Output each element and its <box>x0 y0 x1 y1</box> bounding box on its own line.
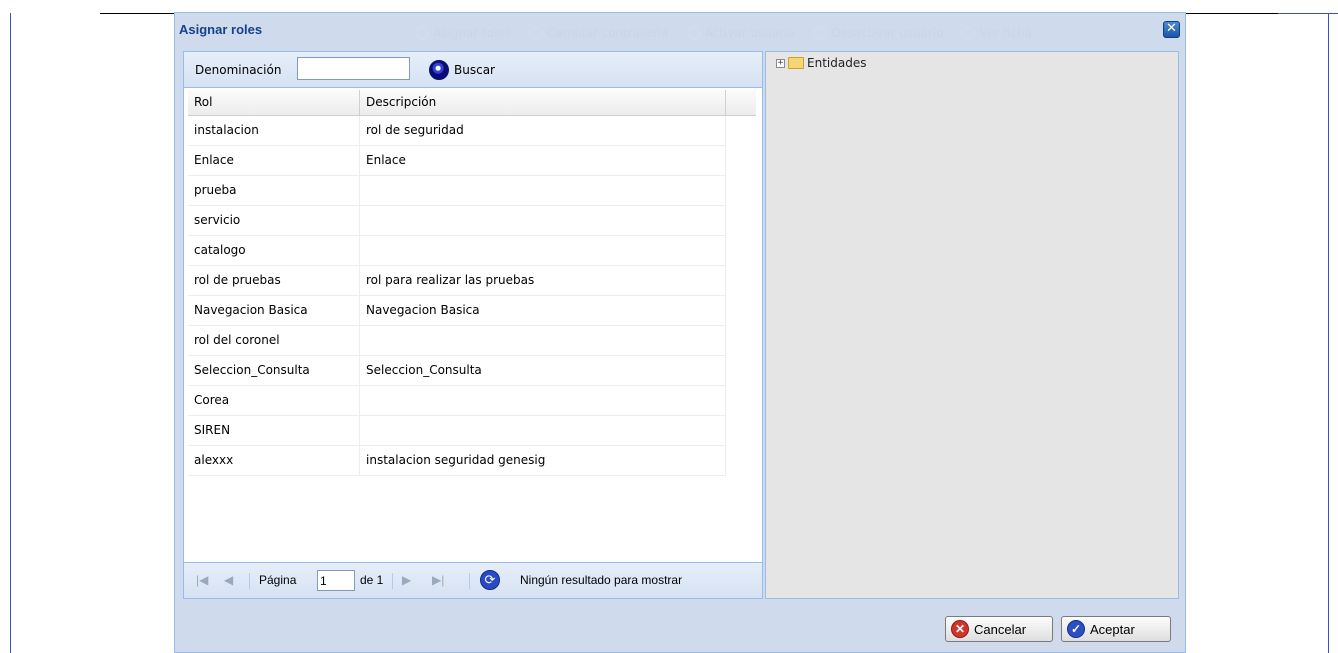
background-toolbar: Asignar roles Cambiar contraseña Activar… <box>415 23 1032 43</box>
page-label: Página <box>259 573 297 587</box>
table-row[interactable]: alexxx instalacion seguridad genesig <box>188 446 726 476</box>
cell-descripcion <box>360 206 726 235</box>
page-top-rule-blue <box>1278 13 1338 14</box>
table-row[interactable]: rol de pruebas rol para realizar las prue… <box>188 266 726 296</box>
table-row[interactable]: SIREN <box>188 416 726 446</box>
search-button[interactable]: Buscar <box>429 58 495 82</box>
cell-descripcion: rol de seguridad <box>360 116 726 145</box>
table-row[interactable]: instalacion rol de seguridad <box>188 116 726 146</box>
accept-button-label: Aceptar <box>1090 621 1135 637</box>
table-row[interactable]: rol del coronel <box>188 326 726 356</box>
page-number-input[interactable] <box>317 570 355 591</box>
cell-descripcion <box>360 326 726 355</box>
cancel-button[interactable]: ✕ Cancelar <box>945 616 1053 642</box>
bg-toolbar-item: Ver ficha <box>961 23 1032 43</box>
grid-toolbar: Denominación Buscar <box>184 52 762 88</box>
page-right-border <box>1328 13 1329 653</box>
cycle-icon <box>415 26 429 40</box>
table-row[interactable]: prueba <box>188 176 726 206</box>
pagination-toolbar: |◀ ◀ Página de 1 ▶ ▶| ⟳ Ningún resultado… <box>184 562 762 598</box>
cell-rol: Corea <box>188 386 360 415</box>
cell-rol: instalacion <box>188 116 360 145</box>
tree-node-entidades[interactable]: + Entidades <box>776 56 866 70</box>
cell-rol: rol del coronel <box>188 326 360 355</box>
next-page-icon[interactable]: ▶ <box>402 563 411 598</box>
cell-rol: servicio <box>188 206 360 235</box>
column-header-descripcion[interactable]: Descripción <box>360 90 726 115</box>
cell-rol: alexxx <box>188 446 360 475</box>
cell-rol: rol de pruebas <box>188 266 360 295</box>
cell-rol: Enlace <box>188 146 360 175</box>
cycle-icon <box>812 26 827 40</box>
accept-button[interactable]: ✓ Aceptar <box>1061 616 1171 642</box>
cell-rol: Seleccion_Consulta <box>188 356 360 385</box>
entities-tree-panel: + Entidades <box>765 51 1179 599</box>
table-row[interactable]: servicio <box>188 206 726 236</box>
cell-descripcion: instalacion seguridad genesig <box>360 446 726 475</box>
bg-toolbar-item: Cambiar contraseña <box>529 23 669 43</box>
pager-separator <box>392 573 393 589</box>
denominacion-label: Denominación <box>195 63 282 77</box>
cycle-icon <box>961 26 976 40</box>
search-icon <box>429 60 449 80</box>
window-title: Asignar roles <box>179 22 267 37</box>
table-row[interactable]: Corea <box>188 386 726 416</box>
cell-descripcion <box>360 176 726 205</box>
last-page-icon[interactable]: ▶| <box>432 563 444 598</box>
cycle-icon <box>529 26 544 40</box>
bg-toolbar-item: Asignar roles <box>415 23 511 43</box>
pager-separator <box>249 573 250 589</box>
cancel-button-label: Cancelar <box>974 621 1027 637</box>
cell-rol: SIREN <box>188 416 360 445</box>
cycle-icon <box>686 26 701 40</box>
cell-descripcion: rol para realizar las pruebas <box>360 266 726 295</box>
cell-rol: Navegacion Basica <box>188 296 360 325</box>
search-button-label: Buscar <box>454 63 495 77</box>
first-page-icon[interactable]: |◀ <box>196 563 208 598</box>
bg-toolbar-item: Desactivar usuario <box>812 23 943 43</box>
cell-descripcion <box>360 416 726 445</box>
cell-rol: prueba <box>188 176 360 205</box>
denominacion-input[interactable] <box>297 57 410 80</box>
grid-body: instalacion rol de seguridad Enlace Enlace… <box>188 116 726 476</box>
cell-rol: catalogo <box>188 236 360 265</box>
cell-descripcion: Seleccion_Consulta <box>360 356 726 385</box>
cell-descripcion: Enlace <box>360 146 726 175</box>
assign-roles-window: Asignar roles Cambiar contraseña Activar… <box>174 12 1186 653</box>
expand-icon[interactable]: + <box>776 58 785 68</box>
grid-header: Rol Descripción <box>188 90 756 116</box>
table-row[interactable]: Enlace Enlace <box>188 146 726 176</box>
table-row[interactable]: Navegacion Basica Navegacion Basica <box>188 296 726 326</box>
tree-node-label: Entidades <box>807 56 867 70</box>
close-icon[interactable]: ✕ <box>1163 21 1180 38</box>
cell-descripcion <box>360 386 726 415</box>
table-row[interactable]: Seleccion_Consulta Seleccion_Consulta <box>188 356 726 386</box>
pager-status: Ningún resultado para mostrar <box>520 573 683 587</box>
pager-separator <box>469 573 470 589</box>
table-row[interactable]: catalogo <box>188 236 726 266</box>
page-count-label: de 1 <box>360 573 384 587</box>
column-header-rol[interactable]: Rol <box>188 90 360 115</box>
cancel-icon: ✕ <box>951 620 969 638</box>
bg-toolbar-item: Activar usuario <box>686 23 795 43</box>
refresh-icon[interactable]: ⟳ <box>480 570 500 590</box>
check-icon: ✓ <box>1067 620 1085 638</box>
folder-icon <box>788 57 804 69</box>
cell-descripcion <box>360 236 726 265</box>
page-left-border <box>10 13 11 653</box>
prev-page-icon[interactable]: ◀ <box>224 563 233 598</box>
cell-descripcion: Navegacion Basica <box>360 296 726 325</box>
roles-grid-panel: Denominación Buscar Rol Descripción inst… <box>183 51 763 599</box>
